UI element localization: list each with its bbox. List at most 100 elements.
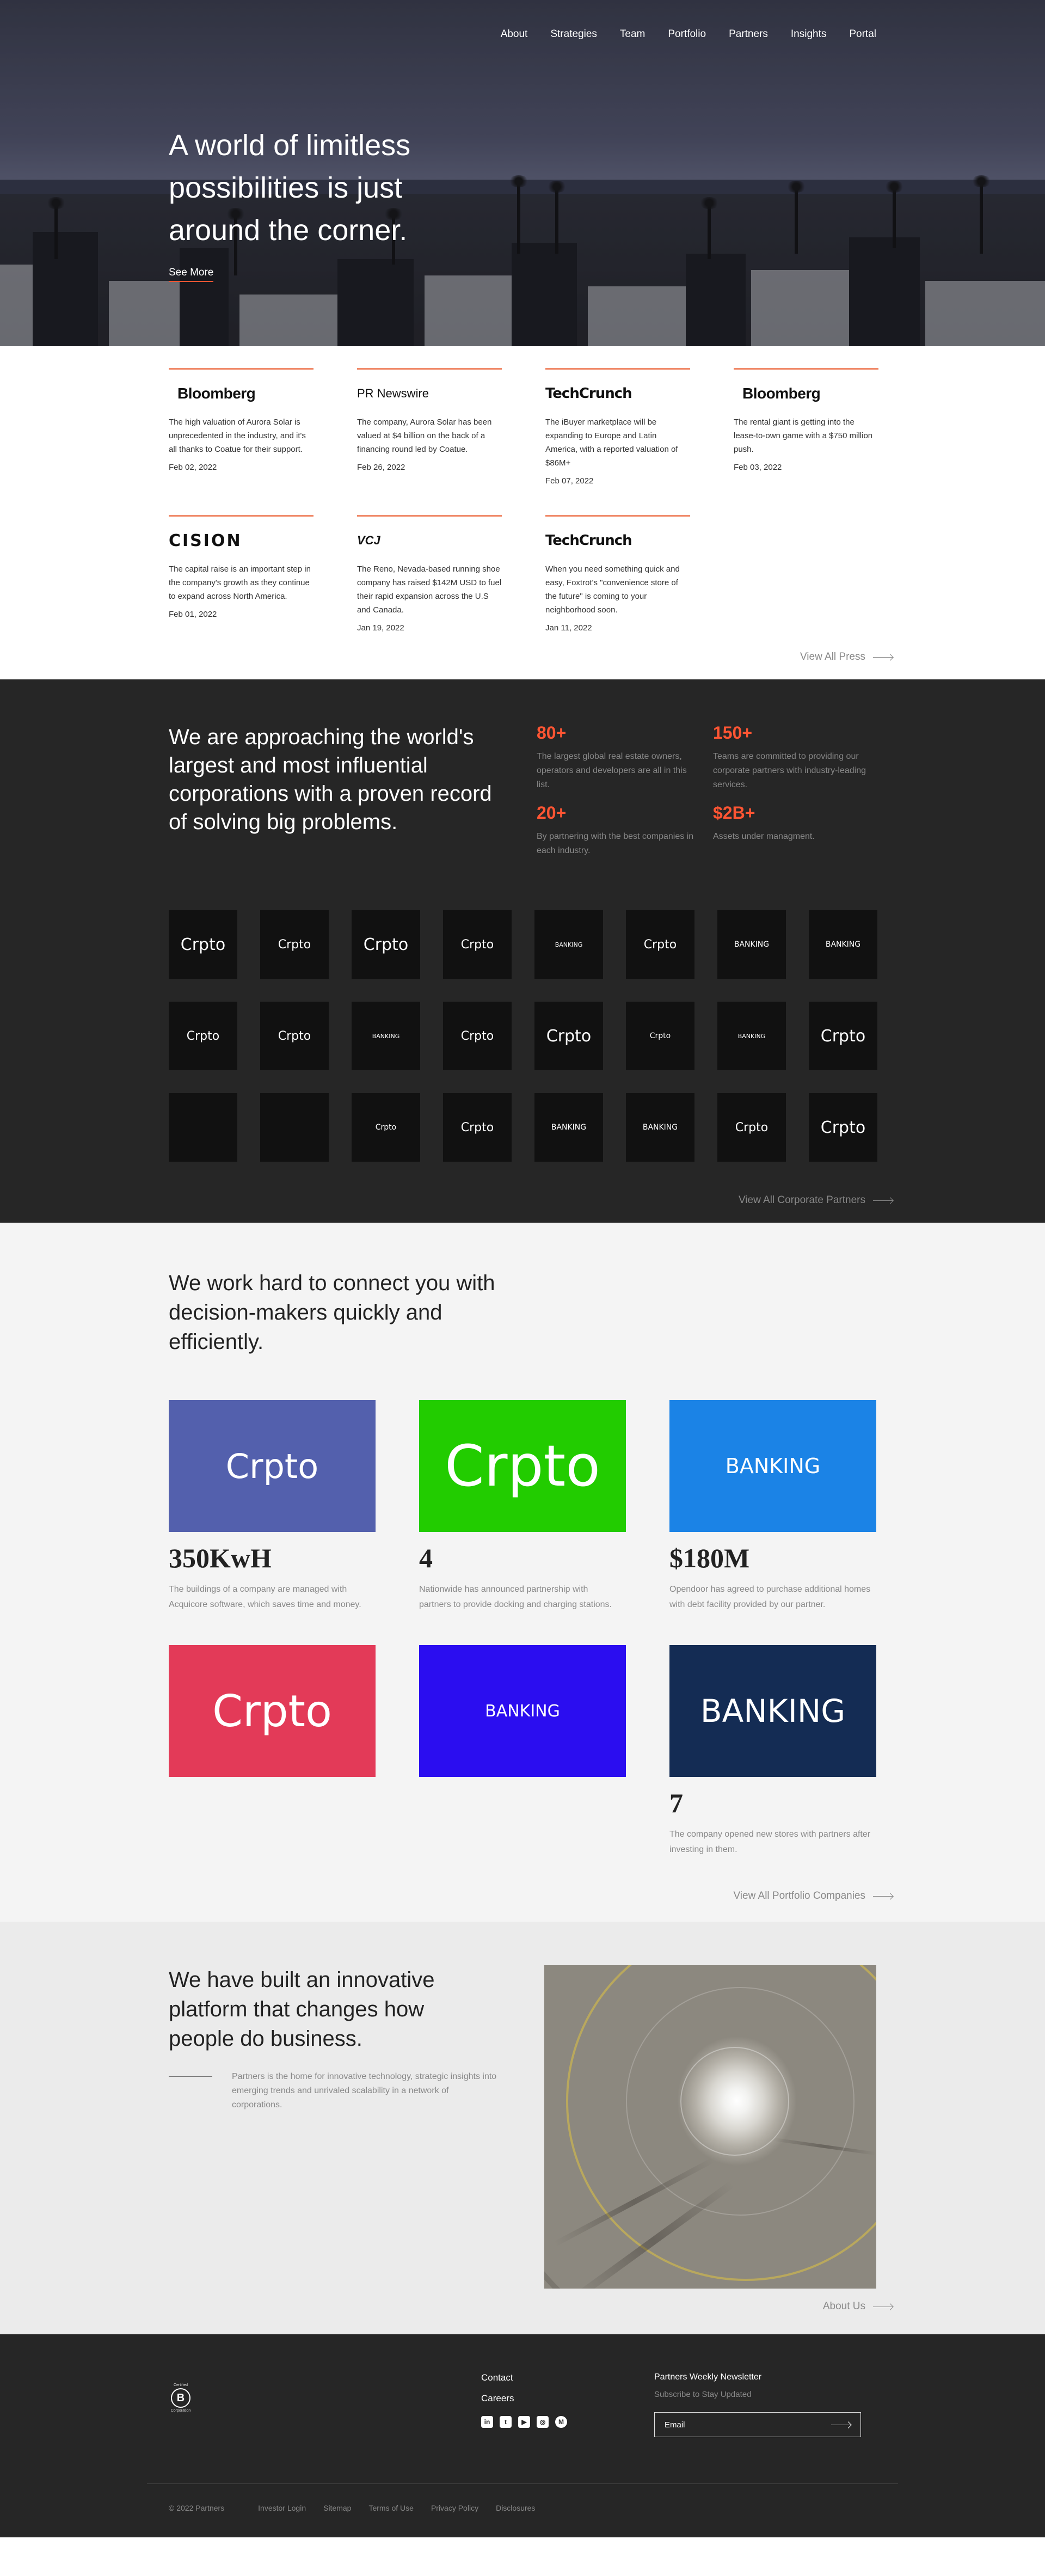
press-card[interactable]: Bloomberg The rental giant is getting in… [734, 368, 878, 493]
contact-link[interactable]: Contact [481, 2372, 567, 2383]
techcrunch-logo: TechCrunch [545, 532, 632, 549]
partner-logo-tile[interactable] [169, 1093, 237, 1162]
portfolio-text: Nationwide has announced partnership wit… [419, 1585, 612, 1609]
partner-logo-tile[interactable]: Crpto [626, 910, 694, 979]
partner-logo-tile[interactable]: Crpto [260, 910, 329, 979]
terms-link[interactable]: Terms of Use [368, 2504, 413, 2512]
portfolio-card[interactable]: BANKING $180M Opendoor has agreed to purch… [669, 1400, 876, 1612]
partner-logo-tile[interactable]: Crpto [626, 1002, 694, 1070]
partner-logo-tile[interactable]: Crpto [717, 1093, 786, 1162]
arrow-right-icon [873, 1200, 893, 1201]
arrow-right-icon [873, 657, 893, 658]
portfolio-text: The company opened new stores with partn… [669, 1830, 871, 1854]
partner-logo-tile[interactable]: Crpto [809, 1002, 877, 1070]
press-card[interactable]: VCJ The Reno, Nevada-based running shoe … [357, 515, 502, 640]
techcrunch-logo: TechCrunch [545, 385, 632, 402]
arrow-right-icon [873, 1896, 893, 1897]
portfolio-text: The buildings of a company are managed w… [169, 1585, 361, 1609]
partner-logo-label: BANKING [734, 940, 770, 949]
press-text: The company, Aurora Solar has been value… [357, 418, 492, 454]
sitemap-link[interactable]: Sitemap [323, 2504, 351, 2512]
press-text: The high valuation of Aurora Solar is un… [169, 418, 306, 454]
portfolio-card[interactable]: Crpto [169, 1645, 376, 1857]
see-more-link[interactable]: See More [169, 267, 214, 282]
partner-logo-tile[interactable]: Crpto [443, 1093, 512, 1162]
partner-logo-tile[interactable]: BANKING [717, 1002, 786, 1070]
portfolio-card[interactable]: Crpto 4 Nationwide has announced partnersh… [419, 1400, 626, 1612]
linkedin-icon[interactable]: in [481, 2416, 493, 2428]
partner-logo-tile[interactable]: Crpto [169, 1002, 237, 1070]
view-all-press-link[interactable]: View All Press [169, 651, 893, 663]
partner-logo-tile[interactable]: BANKING [534, 910, 603, 979]
press-card[interactable]: TechCrunch When you need something quick… [545, 515, 690, 640]
partner-logo-tile[interactable]: BANKING [534, 1093, 603, 1162]
partner-logo-tile[interactable] [260, 1093, 329, 1162]
stats-grid: 80+ The largest global real estate owner… [537, 723, 876, 858]
partner-logo-tile[interactable]: BANKING [717, 910, 786, 979]
corporate-headline: We are approaching the world's largest a… [169, 725, 492, 834]
partner-logo-tile[interactable]: Crpto [260, 1002, 329, 1070]
partner-logo-tile[interactable]: Crpto [352, 910, 420, 979]
partner-logo-label: Crpto [649, 1032, 671, 1040]
partner-logo-tile[interactable]: Crpto [169, 910, 237, 979]
nav-insights[interactable]: Insights [791, 28, 826, 40]
nav-strategies[interactable]: Strategies [550, 28, 597, 40]
footer: Certified B Corporation Contact Careers … [0, 2334, 1045, 2537]
partner-logo-tile[interactable]: Crpto [352, 1093, 420, 1162]
portfolio-metric: $180M [669, 1543, 750, 1573]
nav-portfolio[interactable]: Portfolio [668, 28, 706, 40]
nav-partners[interactable]: Partners [729, 28, 768, 40]
partner-logo-tile[interactable]: BANKING [352, 1002, 420, 1070]
twitter-icon[interactable]: t [500, 2416, 512, 2428]
partner-logo-tile[interactable]: BANKING [626, 1093, 694, 1162]
careers-link[interactable]: Careers [481, 2393, 567, 2404]
press-date: Feb 03, 2022 [734, 463, 782, 472]
about-us-label: About Us [822, 2301, 865, 2312]
privacy-link[interactable]: Privacy Policy [431, 2504, 478, 2512]
press-card[interactable]: PR Newswire The company, Aurora Solar ha… [357, 368, 502, 493]
view-all-portfolio-link[interactable]: View All Portfolio Companies [169, 1890, 893, 1902]
partner-logo-label: Crpto [643, 937, 677, 952]
bloomberg-logo: Bloomberg [742, 385, 821, 402]
platform-text: Partners is the home for innovative tech… [232, 2072, 497, 2109]
bcorp-logo: Certified B Corporation [169, 2383, 193, 2421]
portfolio-card[interactable]: BANKING [419, 1645, 626, 1857]
about-us-link[interactable]: About Us [169, 2301, 893, 2313]
press-card[interactable]: CISION The capital raise is an important… [169, 515, 314, 640]
partner-logo-tile[interactable]: Crpto [443, 1002, 512, 1070]
view-all-partners-link[interactable]: View All Corporate Partners [169, 1194, 893, 1206]
partner-logo-label: BANKING [555, 941, 583, 948]
bcorp-b-icon: B [171, 2388, 190, 2408]
bcorp-corporation-text: Corporation [170, 2409, 191, 2413]
portfolio-card[interactable]: Crpto 350KwH The buildings of a company ar… [169, 1400, 376, 1612]
youtube-icon[interactable]: ▶ [518, 2416, 530, 2428]
press-card[interactable]: TechCrunch The iBuyer marketplace will b… [545, 368, 690, 493]
portfolio-grid: Crpto 350KwH The buildings of a company ar… [169, 1400, 876, 1857]
stat-item: 150+ Teams are committed to providing ou… [713, 723, 871, 792]
nav-portal[interactable]: Portal [849, 28, 876, 40]
partner-logo-tile[interactable]: Crpto [443, 910, 512, 979]
nav-team[interactable]: Team [620, 28, 645, 40]
disclosures-link[interactable]: Disclosures [496, 2504, 535, 2512]
portfolio-text: Opendoor has agreed to purchase addition… [669, 1585, 871, 1609]
email-input[interactable] [665, 2420, 817, 2430]
nav-about[interactable]: About [501, 28, 528, 40]
partner-logo-label: BANKING [551, 1123, 587, 1132]
portfolio-metric: 350KwH [169, 1543, 272, 1573]
hero-overlay [0, 0, 1045, 346]
partner-logo-label: Crpto [820, 1026, 866, 1046]
press-card[interactable]: Bloomberg The high valuation of Aurora S… [169, 368, 314, 493]
medium-icon[interactable]: M [555, 2416, 567, 2428]
instagram-icon[interactable]: ◎ [537, 2416, 549, 2428]
investor-login-link[interactable]: Investor Login [258, 2504, 306, 2512]
partner-logo-tile[interactable]: Crpto [809, 1093, 877, 1162]
partner-logo-tile[interactable]: Crpto [534, 1002, 603, 1070]
press-text: The rental giant is getting into the lea… [734, 418, 873, 454]
press-date: Jan 19, 2022 [357, 623, 404, 633]
press-text: The capital raise is an important step i… [169, 565, 311, 601]
partner-logo-tile[interactable]: BANKING [809, 910, 877, 979]
copyright: © 2022 Partners [169, 2504, 225, 2512]
partner-logo-label: BANKING [372, 1032, 400, 1040]
portfolio-card[interactable]: BANKING 7 The company opened new stores wi… [669, 1645, 876, 1857]
hero-section: About Strategies Team Portfolio Partners… [0, 0, 1045, 346]
